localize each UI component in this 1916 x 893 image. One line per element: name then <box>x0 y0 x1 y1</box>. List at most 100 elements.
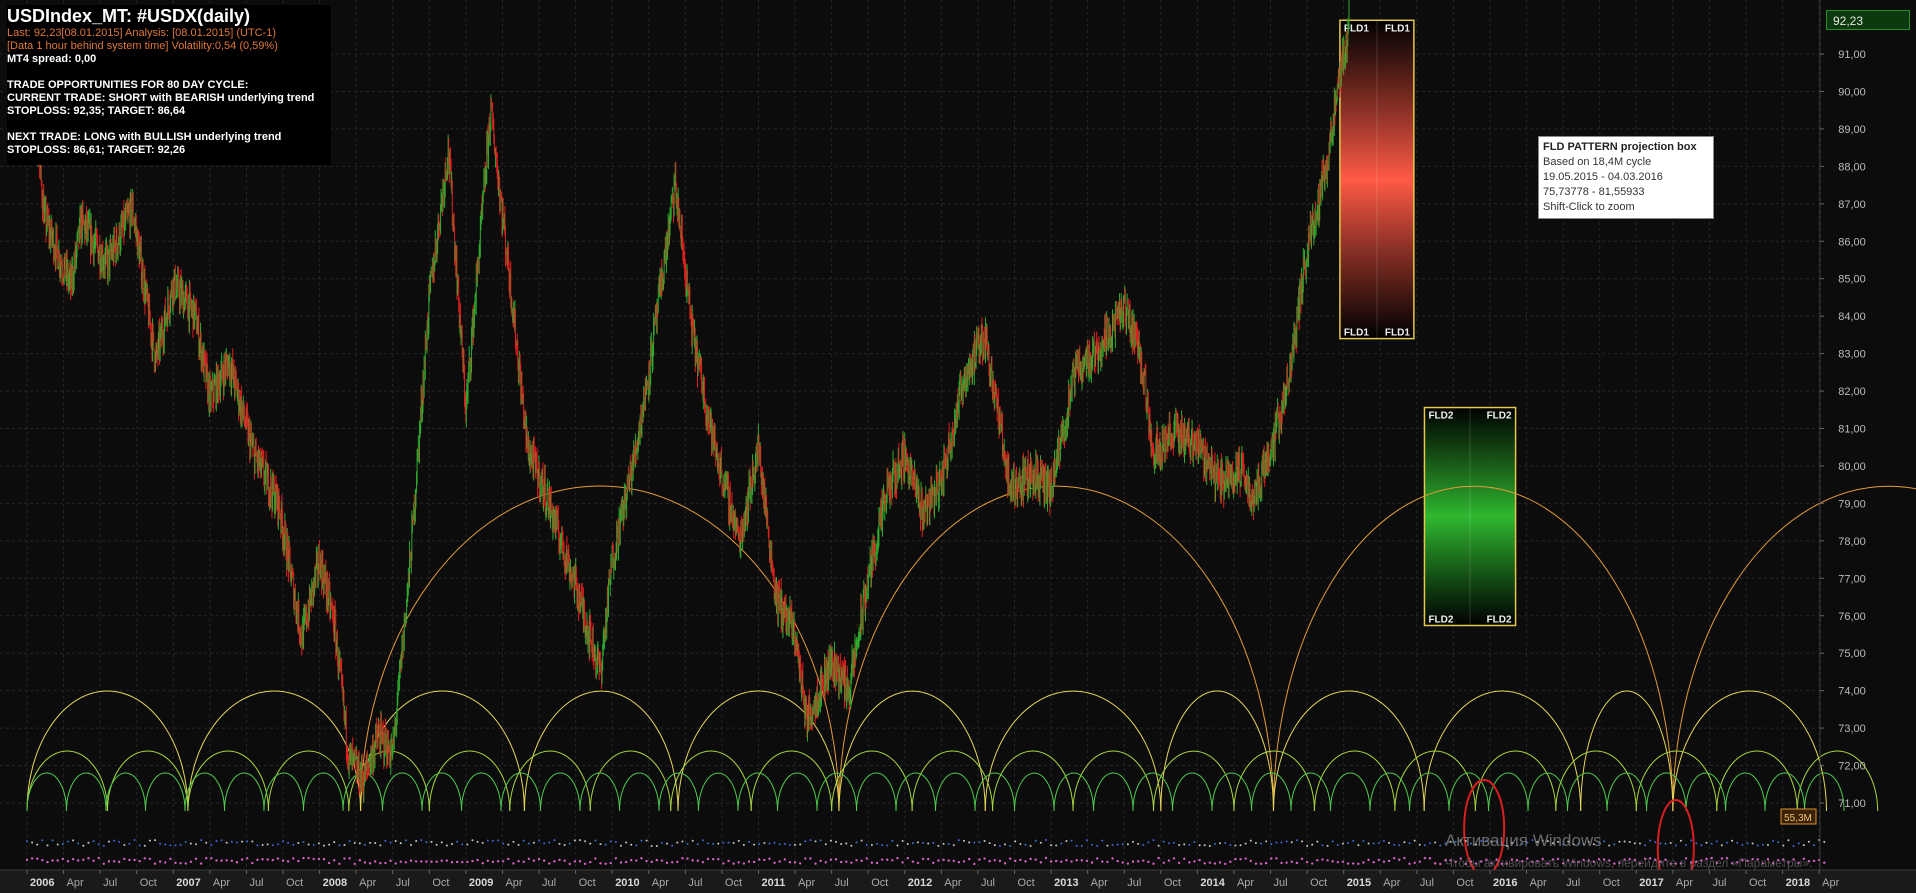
x-tick-label: 2017 <box>1639 877 1663 889</box>
fld-box-label: FLD2 <box>1487 614 1512 625</box>
indicator-dot <box>1603 840 1606 843</box>
indicator-dot <box>1213 842 1216 845</box>
indicator-dot <box>1060 842 1063 845</box>
data-delay-line: [Data 1 hour behind system time] Volatil… <box>7 40 278 52</box>
indicator-dot <box>1254 842 1257 845</box>
x-tick-label: Jul <box>835 877 849 889</box>
indicator-dot <box>983 839 986 842</box>
indicator-dot <box>230 859 234 863</box>
indicator-dot <box>1234 844 1237 847</box>
indicator-dot <box>1644 844 1647 847</box>
indicator-dot <box>1275 841 1278 844</box>
indicator-dot <box>1398 844 1401 847</box>
indicator-dot <box>164 861 167 864</box>
indicator-dot <box>369 841 372 844</box>
indicator-dot <box>271 844 274 847</box>
indicator-dot <box>681 857 684 860</box>
indicator-dot <box>1428 857 1432 860</box>
indicator-dot <box>1147 841 1150 844</box>
indicator-dot <box>358 859 362 862</box>
spread-line: MT4 spread: 0,00 <box>7 53 97 65</box>
indicator-dot <box>261 843 264 846</box>
indicator-dot <box>737 861 740 864</box>
indicator-dot <box>1229 860 1232 864</box>
indicator-dot <box>368 862 372 865</box>
indicator-dot <box>1618 840 1621 843</box>
indicator-dot <box>553 839 556 842</box>
indicator-dot <box>619 861 623 864</box>
indicator-dot <box>435 860 438 863</box>
indicator-dot <box>41 858 44 862</box>
indicator-dot <box>609 840 612 843</box>
indicator-dot <box>1295 861 1299 865</box>
indicator-dot <box>92 840 95 843</box>
indicator-dot <box>1301 840 1304 843</box>
indicator-dot <box>97 856 100 860</box>
indicator-dot <box>599 843 602 846</box>
indicator-dot <box>1137 842 1140 845</box>
indicator-dot <box>1331 860 1334 863</box>
indicator-dot <box>1439 844 1442 847</box>
indicator-dot <box>604 843 607 846</box>
indicator-dot <box>886 858 889 861</box>
indicator-dot <box>435 843 438 846</box>
indicator-dot <box>835 840 838 843</box>
indicator-dot <box>1111 843 1114 846</box>
indicator-dot <box>1121 861 1124 864</box>
indicator-dot <box>978 858 981 861</box>
indicator-dot <box>609 861 612 865</box>
indicator-dot <box>635 844 638 847</box>
indicator-dot <box>1316 840 1319 843</box>
indicator-dot <box>87 857 90 860</box>
tooltip-title: FLD PATTERN projection box <box>1543 141 1697 153</box>
indicator-dot <box>1782 844 1785 847</box>
indicator-dot <box>189 860 193 864</box>
indicator-dot <box>1321 858 1324 861</box>
x-tick-label: 2008 <box>323 877 347 889</box>
indicator-dot <box>507 843 510 846</box>
indicator-dot <box>558 842 561 845</box>
indicator-dot <box>1172 841 1175 844</box>
indicator-dot <box>1075 858 1078 862</box>
indicator-dot <box>1633 842 1636 845</box>
indicator-dot <box>199 862 203 865</box>
y-tick-label: 76,00 <box>1838 611 1866 623</box>
indicator-dot <box>911 860 915 863</box>
indicator-dot <box>179 862 182 865</box>
indicator-dot <box>1172 857 1176 860</box>
indicator-dot <box>701 839 704 842</box>
indicator-dot <box>732 862 735 865</box>
indicator-dot <box>179 843 182 846</box>
indicator-dot <box>758 843 761 846</box>
indicator-dot <box>328 843 331 846</box>
indicator-dot <box>880 858 884 861</box>
x-tick-label: 2011 <box>762 877 786 889</box>
indicator-dot <box>1183 857 1186 860</box>
indicator-dot <box>1264 861 1268 865</box>
indicator-dot <box>1152 839 1155 842</box>
indicator-dot <box>450 860 454 864</box>
indicator-dot <box>399 860 402 863</box>
indicator-dot <box>829 858 833 861</box>
indicator-dot <box>1408 862 1411 866</box>
indicator-dot <box>671 844 674 847</box>
indicator-dot <box>706 857 710 861</box>
indicator-dot <box>1797 842 1800 845</box>
indicator-dot <box>1050 844 1053 847</box>
x-tick-label: Apr <box>1822 877 1839 889</box>
indicator-dot <box>799 843 802 846</box>
y-tick-label: 85,00 <box>1838 274 1866 286</box>
indicator-dot <box>763 842 766 845</box>
indicator-dot <box>123 857 126 861</box>
y-tick-label: 88,00 <box>1838 161 1866 173</box>
indicator-dot <box>1357 862 1360 866</box>
indicator-dot <box>542 859 546 862</box>
indicator-dot <box>281 859 285 862</box>
indicator-dot <box>1234 857 1237 861</box>
indicator-dot <box>502 860 505 863</box>
indicator-dot <box>1649 839 1652 842</box>
indicator-dot <box>353 842 356 845</box>
indicator-dot <box>932 861 935 864</box>
indicator-dot <box>1075 844 1078 847</box>
indicator-dot <box>471 859 474 863</box>
